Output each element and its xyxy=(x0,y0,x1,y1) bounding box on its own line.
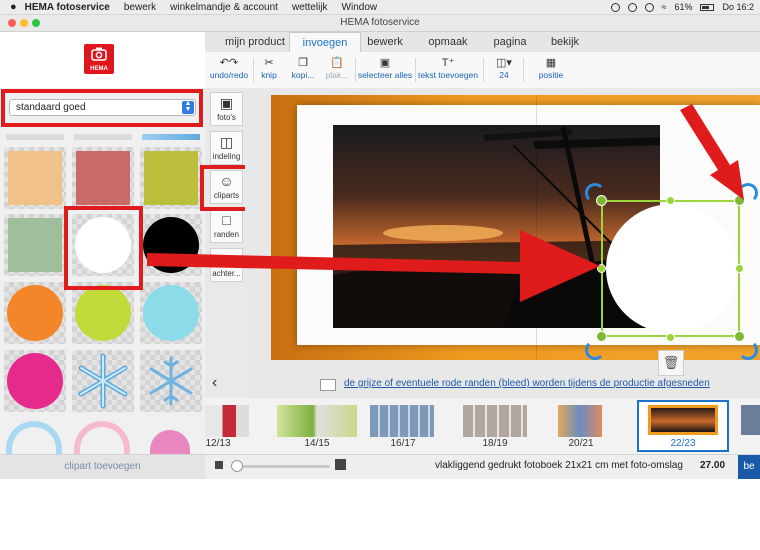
thumbnail-16-17[interactable] xyxy=(370,405,434,437)
bleed-notice[interactable]: de grijze of eventuele rode randen (blee… xyxy=(344,378,710,389)
thumbnail-label: 18/19 xyxy=(482,438,508,449)
zoom-in-icon[interactable] xyxy=(335,459,346,470)
thumbnail-label: 16/17 xyxy=(390,438,416,449)
thumbnail-label-active: 22/23 xyxy=(670,438,696,449)
thumbnail-label: 20/21 xyxy=(568,438,594,449)
thumbnail-20-21[interactable] xyxy=(558,405,602,437)
price: 27.00 xyxy=(700,460,726,471)
zoom-slider-knob[interactable] xyxy=(231,460,243,472)
zoom-out-icon[interactable] xyxy=(215,461,223,469)
bleed-checkbox[interactable] xyxy=(320,379,336,391)
thumbnail-22-23[interactable] xyxy=(648,405,718,435)
add-clipart-button[interactable]: clipart toevoegen xyxy=(0,455,205,479)
previous-page-chevron-icon[interactable]: ‹ xyxy=(212,374,217,392)
thumbnail-14-15[interactable] xyxy=(277,405,357,437)
drag-arrow-icon xyxy=(147,230,600,302)
book-description: vlakliggend gedrukt fotoboek 21x21 cm me… xyxy=(435,460,683,471)
order-button[interactable]: be xyxy=(738,455,760,479)
thumbnail-18-19[interactable] xyxy=(463,405,527,437)
zoom-slider-track[interactable] xyxy=(234,465,330,468)
thumbnail-label: 12/13 xyxy=(205,438,231,449)
thumbnail-next[interactable] xyxy=(741,405,760,435)
thumbnail-12-13[interactable] xyxy=(205,405,249,437)
pointer-arrow-icon xyxy=(680,104,744,200)
thumbnail-label: 14/15 xyxy=(304,438,330,449)
